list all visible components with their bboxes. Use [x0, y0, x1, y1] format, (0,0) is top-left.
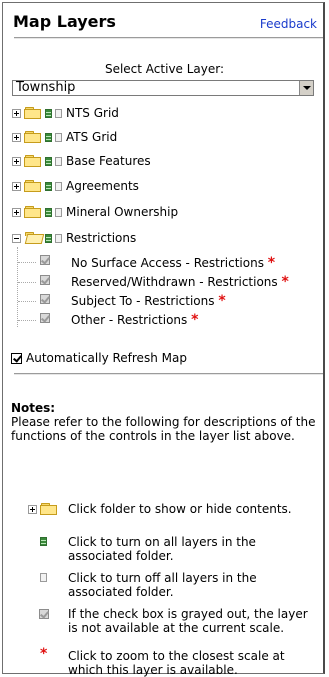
expand-icon[interactable]	[12, 132, 21, 142]
expand-icon[interactable]	[12, 108, 21, 118]
layers-on-icon[interactable]	[45, 181, 52, 191]
layers-off-icon	[40, 573, 47, 582]
expand-icon[interactable]	[12, 207, 21, 217]
grayed-checkbox-icon	[40, 275, 50, 285]
red-star-icon[interactable]: *	[282, 274, 289, 290]
sublayer-other: Other - Restrictions *	[71, 312, 199, 328]
folder-label[interactable]: Mineral Ownership	[66, 205, 178, 219]
notes-heading: Notes:	[11, 401, 56, 415]
auto-refresh-checkbox[interactable]	[11, 352, 22, 364]
layers-on-icon[interactable]	[45, 132, 52, 142]
folder-icon[interactable]	[24, 180, 42, 192]
sublayer-subject-to: Subject To - Restrictions *	[71, 293, 226, 309]
legend-text: Click to turn on all layers in the assoc…	[68, 535, 256, 563]
grayed-checkbox-icon	[40, 313, 50, 323]
red-star-icon[interactable]: *	[268, 255, 275, 271]
layers-off-icon[interactable]	[55, 207, 62, 217]
active-layer-select[interactable]: Township	[12, 80, 314, 96]
layers-off-icon[interactable]	[55, 233, 62, 243]
layers-on-icon[interactable]	[45, 108, 52, 118]
expand-icon[interactable]	[12, 156, 21, 166]
layers-on-icon	[40, 537, 47, 546]
grayed-checkbox-icon	[40, 255, 50, 265]
active-layer-value: Township	[16, 80, 76, 95]
legend-text: Click to turn off all layers in the asso…	[68, 571, 257, 599]
folder-label[interactable]: Base Features	[66, 154, 151, 168]
auto-refresh-label[interactable]: Automatically Refresh Map	[26, 351, 187, 365]
folder-label[interactable]: NTS Grid	[66, 106, 119, 120]
tree-folder-mineral-ownership: Mineral Ownership	[12, 203, 178, 221]
folder-icon[interactable]	[24, 131, 42, 143]
tree-connector	[18, 262, 36, 263]
folder-label[interactable]: Restrictions	[66, 231, 136, 245]
tree-folder-nts-grid: NTS Grid	[12, 104, 119, 122]
collapse-icon[interactable]	[12, 233, 21, 243]
red-star-icon: *	[40, 646, 48, 662]
folder-label[interactable]: Agreements	[66, 179, 139, 193]
expand-icon[interactable]	[12, 181, 21, 191]
chevron-down-icon[interactable]	[299, 81, 313, 95]
folder-icon[interactable]	[24, 107, 42, 119]
grayed-checkbox-icon	[40, 294, 50, 304]
divider	[14, 37, 323, 39]
legend-text: Click to zoom to the closest scale at wh…	[68, 649, 285, 677]
tree-connector	[17, 247, 18, 327]
layers-off-icon[interactable]	[55, 108, 62, 118]
tree-connector	[18, 282, 36, 283]
tree-folder-base-features: Base Features	[12, 152, 151, 170]
sublayer-reserved-withdrawn: Reserved/Withdrawn - Restrictions *	[71, 274, 289, 290]
layers-on-icon[interactable]	[45, 207, 52, 217]
tree-connector	[18, 301, 36, 302]
legend-folder-toggle	[28, 500, 61, 518]
sublayer-no-surface-access: No Surface Access - Restrictions *	[71, 255, 276, 271]
tree-folder-ats-grid: ATS Grid	[12, 128, 117, 146]
layers-off-icon[interactable]	[55, 156, 62, 166]
red-star-icon[interactable]: *	[191, 312, 198, 328]
feedback-link[interactable]: Feedback	[260, 17, 317, 31]
notes-intro: Please refer to the following for descri…	[11, 415, 316, 443]
auto-refresh-row: Automatically Refresh Map	[11, 351, 187, 365]
layers-off-icon[interactable]	[55, 132, 62, 142]
tree-folder-agreements: Agreements	[12, 177, 139, 195]
layers-on-icon[interactable]	[45, 156, 52, 166]
tree-folder-restrictions: Restrictions	[12, 229, 136, 247]
select-label: Select Active Layer:	[104, 62, 225, 76]
folder-icon	[40, 503, 58, 515]
divider	[14, 373, 323, 375]
tree-connector	[18, 320, 36, 321]
panel-title: Map Layers	[13, 12, 116, 31]
layers-on-icon[interactable]	[45, 233, 52, 243]
layers-off-icon[interactable]	[55, 181, 62, 191]
folder-icon[interactable]	[24, 206, 42, 218]
expand-icon	[28, 504, 37, 514]
folder-icon[interactable]	[24, 155, 42, 167]
folder-label[interactable]: ATS Grid	[66, 130, 117, 144]
red-star-icon[interactable]: *	[218, 293, 225, 309]
legend-text: If the check box is grayed out, the laye…	[68, 607, 308, 635]
open-folder-icon[interactable]	[24, 232, 45, 244]
grayed-checkbox-icon	[39, 609, 49, 619]
legend-text: Click folder to show or hide contents.	[68, 502, 292, 516]
